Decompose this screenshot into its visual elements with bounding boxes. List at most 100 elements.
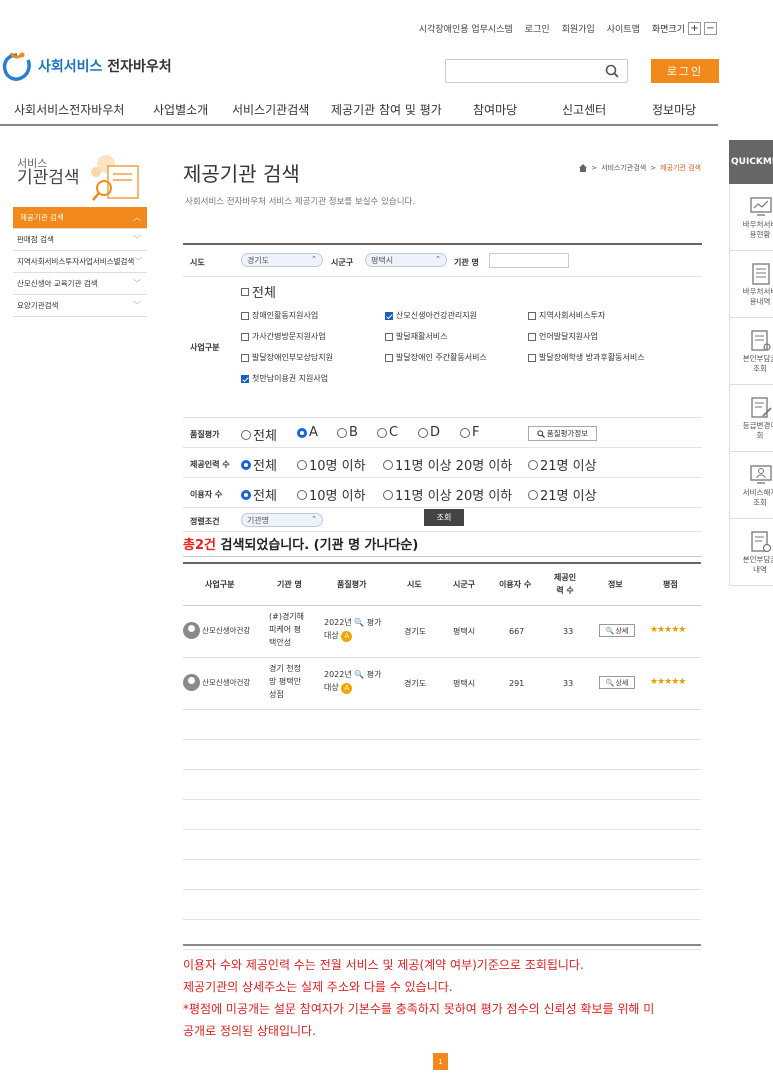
search-input[interactable]	[445, 59, 628, 83]
users-radio-under10[interactable]: 10명 이하	[297, 485, 366, 504]
org-name-label: 기관 명	[454, 258, 479, 267]
select-arrow-icon: ⌃	[311, 515, 317, 523]
staff-radio-under10[interactable]: 10명 이하	[297, 455, 366, 474]
pagination-current[interactable]: 1	[433, 1053, 448, 1070]
table-row: 산모신생아건강 경기 천정 망 평택안 성점 2022년 🔍 평가 대상 A 경기도 …	[183, 658, 701, 710]
side-nav: 제공기관 검색 ︿ 판매점 검색 ﹀ 지역사회서비스투자사업서비스별검색 ﹀ 산모신생…	[13, 207, 147, 317]
page-title: 제공기관 검색	[183, 162, 300, 186]
quick-item-label: 본인부담금조회	[742, 354, 773, 373]
row-users: 이용자 수 전체 10명 이하 11명 이상 20명 이하 21명 이상	[183, 478, 702, 508]
site-logo[interactable]: 사회서비스 전자바우처	[0, 49, 172, 83]
staff-radio-over21[interactable]: 21명 이상	[528, 455, 597, 474]
empty-row	[183, 830, 701, 860]
detail-button[interactable]: 🔍 상세	[599, 624, 635, 637]
sigungu-label: 시군구	[331, 258, 354, 267]
util-link-join[interactable]: 회원가입	[562, 22, 595, 35]
org-name-cell[interactable]: 경기 천정 망 평택안 성점	[269, 662, 301, 701]
quality-radio-d[interactable]: D	[418, 425, 440, 440]
category-cell: 산모신생아건강	[183, 674, 250, 691]
nav-item-voucher[interactable]: 사회서비스전자바우처	[14, 101, 124, 118]
org-name-input[interactable]	[489, 253, 569, 268]
users-radio-all[interactable]: 전체	[241, 485, 277, 504]
quick-item-voucher-history[interactable]: 바우처서비용내역	[729, 251, 773, 318]
lnb-item-store-search[interactable]: 판매점 검색 ﹀	[13, 229, 147, 251]
zoom-label: 화면크기	[651, 25, 685, 35]
quick-menu-title: QUICKMENU	[729, 140, 773, 184]
business-checkbox-daytime[interactable]: 발달장애인 주간활동서비스	[385, 352, 487, 363]
document-list-icon	[752, 263, 770, 285]
staff-radio-11to20[interactable]: 11명 이상 20명 이하	[383, 455, 512, 474]
search-illustration-icon	[91, 155, 139, 201]
user-icon	[183, 622, 200, 639]
business-label: 사업구분	[190, 343, 220, 352]
users-cell: 667	[509, 627, 525, 636]
lnb-item-mother-edu[interactable]: 산모신생아 교육기관 검색 ﹀	[13, 273, 147, 295]
notice-line: 제공기관의 상세주소는 실제 주소와 다를 수 있습니다.	[183, 980, 453, 994]
business-checkbox-parent[interactable]: 발달장애인부모상담지원	[241, 352, 333, 363]
home-icon[interactable]	[579, 164, 588, 172]
nav-item-report[interactable]: 신고센터	[562, 101, 606, 118]
empty-row	[183, 800, 701, 830]
lnb-item-community-service[interactable]: 지역사회서비스투자사업서비스별검색 ﹀	[13, 251, 147, 273]
users-radio-over21[interactable]: 21명 이상	[528, 485, 597, 504]
quick-item-copay-history[interactable]: 본인부담금내역	[729, 519, 773, 586]
search-button[interactable]: 조회	[424, 509, 464, 526]
business-checkbox-housework[interactable]: 가사간병방문지원사업	[241, 331, 326, 342]
business-checkbox-afterschool[interactable]: 발달장애학생 방과후활동서비스	[528, 352, 645, 363]
document-clock-icon	[751, 531, 772, 553]
lnb-item-care-org[interactable]: 요양기관검색 ﹀	[13, 295, 147, 317]
empty-row	[183, 710, 701, 740]
staff-radio-all[interactable]: 전체	[241, 455, 277, 474]
quality-radio-c[interactable]: C	[377, 425, 398, 440]
quality-radio-f[interactable]: F	[460, 425, 479, 440]
quality-radio-a[interactable]: A	[297, 425, 318, 440]
lnb-item-provider-search[interactable]: 제공기관 검색 ︿	[13, 207, 147, 229]
business-checkbox-rehab[interactable]: 발달재활서비스	[385, 331, 448, 342]
util-link-sitemap[interactable]: 사이트맵	[607, 22, 640, 35]
col-users: 이용자 수	[499, 580, 532, 589]
quick-item-grade-change[interactable]: 등급변경이회	[729, 385, 773, 452]
zoom-out-button[interactable]: −	[704, 22, 717, 35]
zoom-in-button[interactable]: +	[688, 22, 701, 35]
sigungu-select[interactable]: 평택시 ⌃	[365, 253, 447, 267]
business-checkbox-mother[interactable]: 산모신생아건강관리지원	[385, 310, 477, 321]
org-name-cell[interactable]: (#)경기해 피케어 평 택안성	[269, 610, 304, 649]
sort-select[interactable]: 기관명 ⌃	[241, 513, 323, 527]
rating-stars: ★★★★★	[650, 677, 686, 687]
chevron-up-icon: ︿	[133, 213, 141, 222]
nav-item-business[interactable]: 사업별소개	[153, 101, 208, 118]
zoom-control: 화면크기 + −	[652, 22, 717, 35]
users-radio-11to20[interactable]: 11명 이상 20명 이하	[383, 485, 512, 504]
monitor-chart-icon	[750, 197, 772, 216]
result-summary: 총2건 검색되었습니다. (기관 명 가나다순)	[183, 538, 419, 553]
nav-item-participation[interactable]: 제공기관 참여 및 평가	[331, 101, 442, 118]
breadcrumb-item[interactable]: 서비스기관검색	[601, 163, 646, 173]
select-arrow-icon: ⌃	[311, 255, 317, 263]
row-business: 사업구분 전체 장애인활동지원사업 산모신생아건강관리지원 지역사회서비스투자 …	[183, 277, 702, 418]
business-checkbox-firstmeet[interactable]: 첫만남이용권 지원사업	[241, 373, 328, 384]
quality-radio-b[interactable]: B	[337, 425, 358, 440]
quality-info-button[interactable]: 품질평가정보	[528, 426, 597, 441]
business-checkbox-language[interactable]: 언어발달지원사업	[528, 331, 598, 342]
nav-item-info[interactable]: 정보마당	[652, 101, 696, 118]
notice-text: 이용자 수와 제공인력 수는 전월 서비스 및 제공(계약 여부)기준으로 조회…	[183, 944, 701, 1042]
search-icon[interactable]	[605, 64, 619, 78]
nav-item-org-search[interactable]: 서비스기관검색	[232, 101, 309, 118]
chevron-down-icon: ﹀	[133, 235, 141, 244]
quick-item-copay[interactable]: 본인부담금조회	[729, 318, 773, 385]
business-all-checkbox[interactable]: 전체	[241, 282, 276, 301]
detail-button[interactable]: 🔍 상세	[599, 676, 635, 689]
nav-item-community[interactable]: 참여마당	[473, 101, 517, 118]
select-arrow-icon: ⌃	[435, 255, 441, 263]
business-checkbox-disability[interactable]: 장애인활동지원사업	[241, 310, 318, 321]
result-table: 사업구분 기관 명 품질평가 시도 시군구 이용자 수 제공인 력 수 정보 평점…	[183, 562, 701, 950]
login-button[interactable]: 로그인	[651, 59, 719, 83]
business-checkbox-community[interactable]: 지역사회서비스투자	[528, 310, 605, 321]
util-link-login[interactable]: 로그인	[525, 22, 550, 35]
col-rating: 평점	[663, 580, 678, 589]
quality-radio-all[interactable]: 전체	[241, 425, 277, 444]
sido-select[interactable]: 경기도 ⌃	[241, 253, 323, 267]
util-link-blind[interactable]: 시각장애인용 업무시스템	[419, 22, 513, 35]
quick-item-service-cancel[interactable]: 서비스해지조회	[729, 452, 773, 519]
quick-item-voucher-status[interactable]: 바우처서비용현황	[729, 184, 773, 251]
